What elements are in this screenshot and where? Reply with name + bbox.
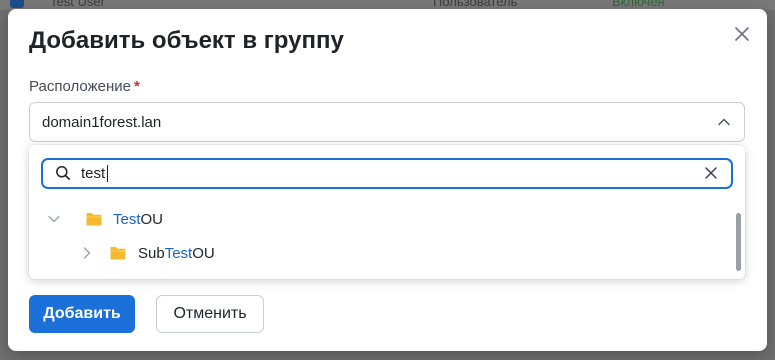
row-status: Включен [612,0,665,9]
close-icon[interactable] [733,25,751,43]
folder-icon [86,213,102,226]
row-role: Пользователь [433,0,518,9]
chevron-up-icon [718,118,730,126]
text-caret [107,165,108,182]
tree-node-label: TestOU [113,211,164,228]
cancel-button[interactable]: Отменить [156,295,264,333]
dropdown-scrollbar[interactable] [736,213,741,271]
add-to-group-dialog: Добавить объект в группу Расположение * d… [8,9,767,351]
add-button[interactable]: Добавить [29,295,135,333]
tree-search-input[interactable] [81,163,681,183]
search-icon [56,166,70,180]
location-select[interactable]: domain1forest.lan [29,102,745,142]
dialog-title: Добавить объект в группу [29,27,344,54]
search-match: Test [164,245,193,262]
tree-node-label: SubTestOU [138,245,215,262]
search-match: Test [113,211,141,228]
tree-search-box [41,158,733,189]
row-checkbox [10,0,24,8]
row-name: Test User [50,0,105,9]
chevron-down-icon[interactable] [47,212,61,226]
location-label: Расположение * [29,78,140,95]
tree-node-subtestou[interactable]: SubTestOU [71,242,371,266]
location-select-value: domain1forest.lan [42,114,162,131]
required-mark: * [133,78,140,95]
chevron-right-icon[interactable] [80,246,94,260]
tree-node-testou[interactable]: TestOU [47,208,347,232]
folder-icon [110,247,126,260]
clear-search-icon[interactable] [703,165,719,181]
location-tree-dropdown: TestOU SubTestOU [29,145,745,279]
